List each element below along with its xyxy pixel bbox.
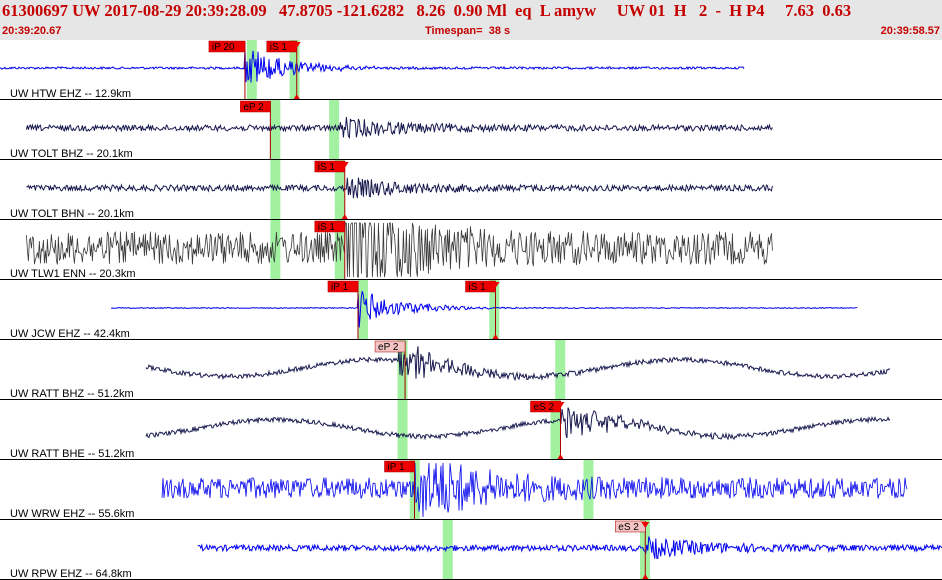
station-label: UW TOLT BHZ -- 20.1km [10,148,133,160]
window-band-start [357,280,368,340]
waveform [26,177,773,199]
timespan-readout: Timespan= 38 s [425,25,510,37]
station-label: UW TOLT BHN -- 20.1km [10,208,134,220]
window-band-start [442,520,453,580]
station-label: UW RATT BHZ -- 51.2km [10,388,134,400]
station-label: UW WRW EHZ -- 55.6km [10,508,134,520]
pick-label: iP 20 [212,42,235,53]
waveform [145,346,891,382]
window-band-end [583,460,594,520]
station-label: UW RPW EHZ -- 64.8km [10,568,132,580]
waveform [25,116,773,140]
pick-label: eP 2 [378,342,399,353]
station-label: UW HTW EHZ -- 12.9km [10,88,131,100]
trace-row[interactable]: eS 2 UW RPW EHZ -- 64.8km [0,520,942,580]
waveform [26,222,773,278]
pick-label: eP 2 [243,102,264,113]
station-label: UW TLW1 ENN -- 20.3km [10,268,136,280]
trace-row[interactable]: eP 2 UW RATT BHZ -- 51.2km [0,340,942,400]
window-band-start [270,100,281,160]
end-time: 20:39:58.57 [880,25,940,37]
trace-row[interactable]: iP 20 iS 1 UW HTW EHZ -- 12.9km [0,40,942,100]
pick-label: eS 2 [533,402,554,413]
start-time: 20:39:20.67 [2,25,62,37]
waveform [197,536,942,560]
trace-row[interactable]: iS 1 UW TOLT BHN -- 20.1km [0,160,942,220]
pick-label: iS 1 [468,282,486,293]
pick-label: iS 1 [318,222,336,233]
trace-row[interactable]: eP 2 UW TOLT BHZ -- 20.1km [0,100,942,160]
waveform [110,291,858,328]
seismogram-panel[interactable]: iP 20 iS 1 UW HTW EHZ -- 12.9km eP 2 UW TOLT… [0,40,942,580]
pick-label: iS 1 [270,42,288,53]
pick-label: eS 2 [618,522,639,533]
waveform [0,49,745,83]
window-band-start [270,160,281,220]
event-header: 61300697 UW 2017-08-29 20:39:28.09 47.87… [0,0,942,40]
station-label: UW JCW EHZ -- 42.4km [10,328,130,340]
timespan-value: 38 s [488,25,511,37]
pick-label: iS 1 [318,162,336,173]
trace-row[interactable]: iS 1 UW TLW1 ENN -- 20.3km [0,220,942,280]
window-band-start [397,400,408,460]
trace-row[interactable]: eS 2 UW RATT BHE -- 51.2km [0,400,942,460]
waveform [145,407,891,441]
pick-label: iP 1 [387,462,404,473]
trace-row[interactable]: iP 1 UW WRW EHZ -- 55.6km [0,460,942,520]
trace-row[interactable]: iP 1 iS 1 UW JCW EHZ -- 42.4km [0,280,942,340]
window-band-end [555,340,566,400]
station-label: UW RATT BHE -- 51.2km [10,448,134,460]
timespan-label: Timespan= [425,25,483,37]
pick-label: iP 1 [331,282,348,293]
event-summary-line: 61300697 UW 2017-08-29 20:39:28.09 47.87… [2,1,852,20]
waveform [161,462,908,518]
